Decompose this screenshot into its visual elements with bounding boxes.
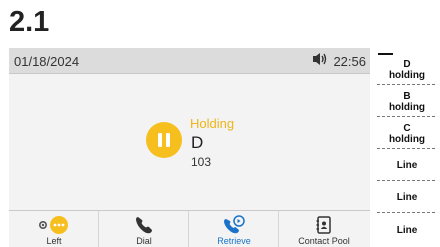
line-key-d[interactable]: D holding xyxy=(377,55,435,85)
status-right: 22:56 xyxy=(313,52,366,70)
softkey-bar: Left Dial Retrieve Contact Pool xyxy=(9,210,370,247)
more-options-icon xyxy=(9,215,99,235)
line-key-name: Line xyxy=(396,192,418,203)
line-key-name: Line xyxy=(396,224,418,236)
pause-icon xyxy=(146,122,182,158)
retrieve-call-icon xyxy=(189,215,279,235)
softkey-contact-pool[interactable]: Contact Pool xyxy=(279,211,369,247)
softkey-retrieve-label: Retrieve xyxy=(217,236,251,246)
contact-book-icon xyxy=(279,215,369,235)
softkey-left[interactable]: Left xyxy=(9,211,99,247)
softkey-retrieve[interactable]: Retrieve xyxy=(189,211,279,247)
line-key-name: B xyxy=(403,90,411,102)
line-key-name: C xyxy=(403,122,411,134)
softkey-contact-pool-label: Contact Pool xyxy=(298,236,350,246)
line-key-c[interactable]: C holding xyxy=(377,119,435,149)
softkey-dial[interactable]: Dial xyxy=(99,211,189,247)
line-key-line-3[interactable]: Line xyxy=(377,215,435,245)
line-key-name: Line xyxy=(396,160,418,171)
line-key-state: holding xyxy=(388,69,426,81)
caller-name: D xyxy=(191,133,204,152)
call-area: Holding D 103 xyxy=(9,74,370,210)
caller-number: 103 xyxy=(191,155,212,169)
speaker-volume-icon xyxy=(313,52,329,71)
status-time: 22:56 xyxy=(333,53,366,69)
line-key-line-1[interactable]: Line xyxy=(377,151,435,181)
line-keys-panel: D holding B holding C holding Line Line … xyxy=(374,53,440,247)
line-key-name: D xyxy=(403,58,411,70)
softkey-left-label: Left xyxy=(46,236,62,246)
status-date: 01/18/2024 xyxy=(14,54,80,69)
step-number: 2.1 xyxy=(9,6,50,38)
line-key-state: holding xyxy=(388,133,426,145)
softkey-dial-label: Dial xyxy=(136,236,152,246)
phone-handset-icon xyxy=(99,215,189,235)
line-key-b[interactable]: B holding xyxy=(377,87,435,117)
line-key-line-2[interactable]: Line xyxy=(377,183,435,213)
call-status: Holding xyxy=(190,116,235,131)
phone-screen: 01/18/2024 22:56 Holding D 103 Left Dial… xyxy=(9,48,370,247)
line-key-state: holding xyxy=(388,101,426,113)
status-bar: 01/18/2024 22:56 xyxy=(9,48,370,74)
